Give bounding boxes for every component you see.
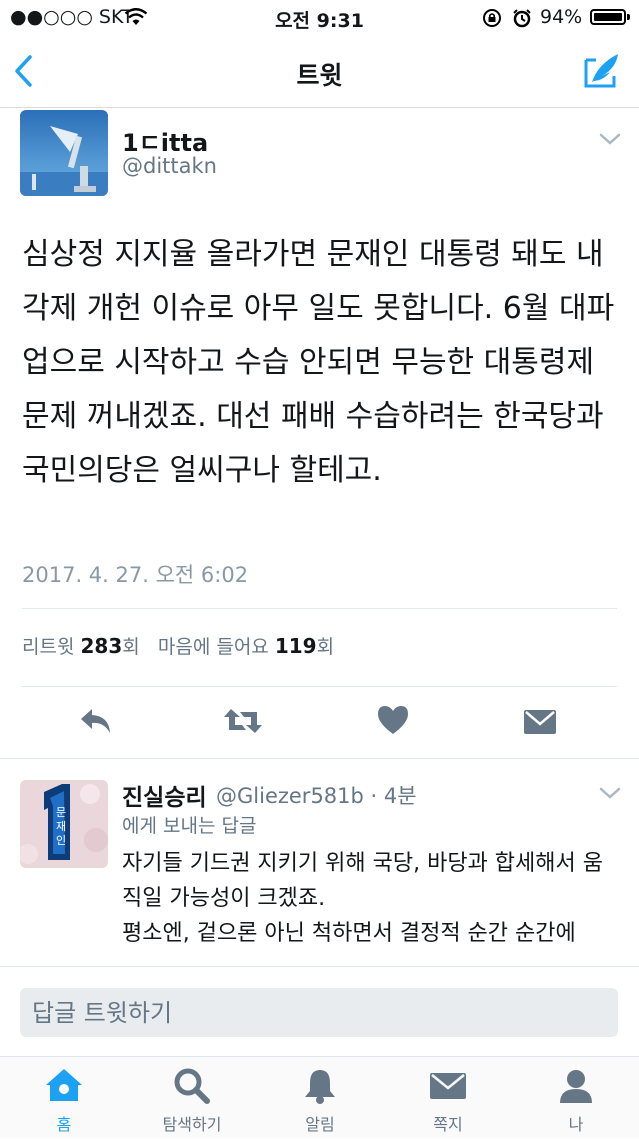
reply-text-line: 평소엔, 겉으론 아닌 척하면서 결정적 순간 순간에 — [122, 921, 576, 946]
tweet-text: 심상정 지지율 올라가면 문재인 대통령 돼도 내각제 개헌 이슈로 아무 일도… — [22, 237, 615, 488]
envelope-icon — [430, 1073, 466, 1099]
tab-me-label: 나 — [568, 1115, 584, 1134]
tab-home-label: 홈 — [56, 1115, 72, 1134]
tab-notifications[interactable]: 알림 — [256, 1057, 384, 1139]
avatar-text-1: 문 — [56, 806, 66, 819]
divider — [22, 608, 617, 609]
tab-notifications-label: 알림 — [305, 1115, 335, 1134]
author-handle[interactable]: @dittakn — [122, 154, 217, 178]
reply-icon[interactable] — [78, 706, 114, 736]
likes-count: 119 — [274, 634, 317, 658]
author-name[interactable]: 1ㄷitta — [122, 123, 208, 158]
profile-person-icon — [560, 1070, 592, 1103]
avatar-text-3: 인 — [56, 834, 66, 847]
reply-input[interactable] — [20, 988, 618, 1037]
retweet-unit: 회 — [122, 636, 140, 658]
tweet-stats[interactable]: 리트윗 283회 마음에 들어요 119회 — [22, 632, 334, 659]
reply-text: 자기들 기드권 지키기 위해 국당, 바당과 합세해서 움직일 가능성이 크겠죠… — [122, 846, 622, 966]
battery-percent: 94% — [540, 6, 583, 28]
tab-explore-label: 탐색하기 — [162, 1115, 222, 1134]
reply-text-line: 자기들 기드권 지키기 위해 국당, 바당과 합세해서 움직일 가능성이 크겠죠… — [122, 851, 603, 911]
divider — [0, 758, 639, 759]
tab-messages[interactable]: 쪽지 — [384, 1057, 512, 1139]
reply-author-avatar[interactable]: 문 재 인 — [20, 780, 108, 868]
home-icon — [46, 1069, 82, 1101]
like-heart-icon[interactable] — [376, 704, 410, 736]
alarm-icon — [513, 9, 531, 28]
nav-bar: 트윗 — [0, 36, 639, 108]
retweet-icon[interactable] — [222, 704, 264, 738]
retweet-count: 283 — [80, 634, 123, 658]
reply-author-handle-time[interactable]: @Gliezer581b · 4분 — [216, 780, 417, 810]
divider — [22, 686, 617, 687]
tab-home[interactable]: 홈 — [0, 1057, 128, 1139]
chevron-down-icon[interactable] — [598, 132, 622, 146]
author-avatar[interactable] — [20, 110, 108, 196]
chevron-down-icon[interactable] — [598, 786, 622, 800]
rotation-lock-icon — [483, 9, 501, 27]
direct-message-icon[interactable] — [522, 706, 558, 738]
tweet-timestamp: 2017. 4. 27. 오전 6:02 — [22, 563, 249, 587]
reply-to-label: 에게 보내는 답글 — [122, 815, 257, 837]
search-icon — [174, 1068, 210, 1104]
page-title: 트윗 — [296, 61, 343, 90]
tab-explore[interactable]: 탐색하기 — [128, 1057, 256, 1139]
tab-bar: 홈 탐색하기 알림 쪽지 나 — [0, 1056, 639, 1138]
tab-messages-label: 쪽지 — [433, 1115, 463, 1134]
bell-icon — [305, 1070, 335, 1104]
status-bar: ●●○○○ SKT 오전 9:31 94% — [0, 0, 639, 36]
tab-me[interactable]: 나 — [512, 1057, 639, 1139]
retweet-label: 리트윗 — [22, 636, 75, 658]
battery-icon — [590, 9, 626, 25]
compose-tweet-icon[interactable] — [582, 50, 622, 90]
avatar-text-2: 재 — [56, 820, 66, 833]
likes-label: 마음에 들어요 — [157, 636, 269, 658]
reply-author-name[interactable]: 진실승리 — [122, 778, 207, 812]
battery-nub — [627, 14, 630, 20]
likes-unit: 회 — [316, 636, 335, 658]
